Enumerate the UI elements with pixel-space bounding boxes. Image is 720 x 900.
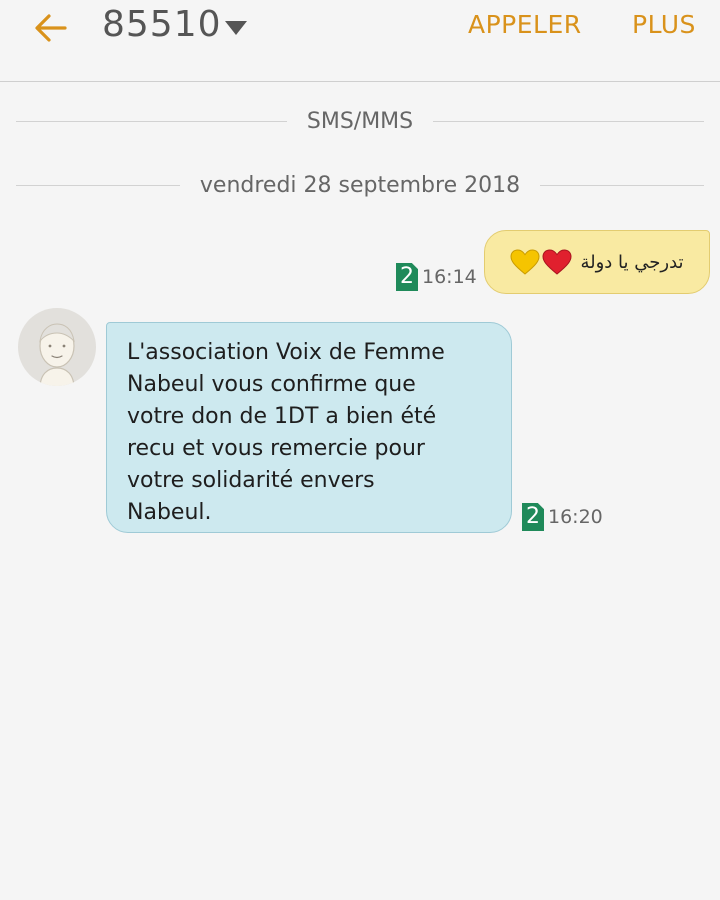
sim-card-icon: 2 — [522, 503, 544, 531]
red-heart-icon — [542, 249, 572, 275]
channel-label: SMS/MMS — [306, 108, 414, 134]
call-button[interactable]: APPELER — [468, 10, 582, 39]
outgoing-message-bubble[interactable]: تدرجي يا دولة — [484, 230, 710, 294]
app-bar: 85510 APPELER PLUS — [0, 0, 720, 82]
contact-avatar[interactable] — [18, 308, 96, 386]
message-time: 16:14 — [422, 266, 477, 288]
more-button[interactable]: PLUS — [632, 10, 696, 39]
back-button[interactable] — [28, 6, 72, 50]
message-text: تدرجي يا دولة — [580, 251, 684, 273]
date-divider: vendredi 28 septembre 2018 — [16, 170, 704, 200]
back-arrow-icon — [35, 14, 67, 42]
divider-line — [16, 120, 287, 122]
yellow-heart-icon — [510, 249, 540, 275]
divider-line — [16, 184, 180, 186]
channel-divider: SMS/MMS — [16, 106, 705, 136]
message-text: L'association Voix de Femme Nabeul vous … — [127, 340, 445, 525]
incoming-message-meta: 2 16:20 — [522, 503, 603, 531]
divider-line — [433, 120, 705, 122]
conversation-title[interactable]: 85510 — [102, 4, 222, 45]
emoji-group — [510, 249, 572, 275]
person-icon — [39, 323, 75, 386]
divider-line — [540, 184, 704, 186]
date-label: vendredi 28 septembre 2018 — [199, 172, 521, 198]
message-time: 16:20 — [548, 506, 603, 528]
chevron-down-icon[interactable] — [222, 16, 250, 40]
outgoing-message-meta: 2 16:14 — [396, 263, 477, 291]
incoming-message-bubble[interactable]: L'association Voix de Femme Nabeul vous … — [106, 322, 512, 533]
sim-card-icon: 2 — [396, 263, 418, 291]
